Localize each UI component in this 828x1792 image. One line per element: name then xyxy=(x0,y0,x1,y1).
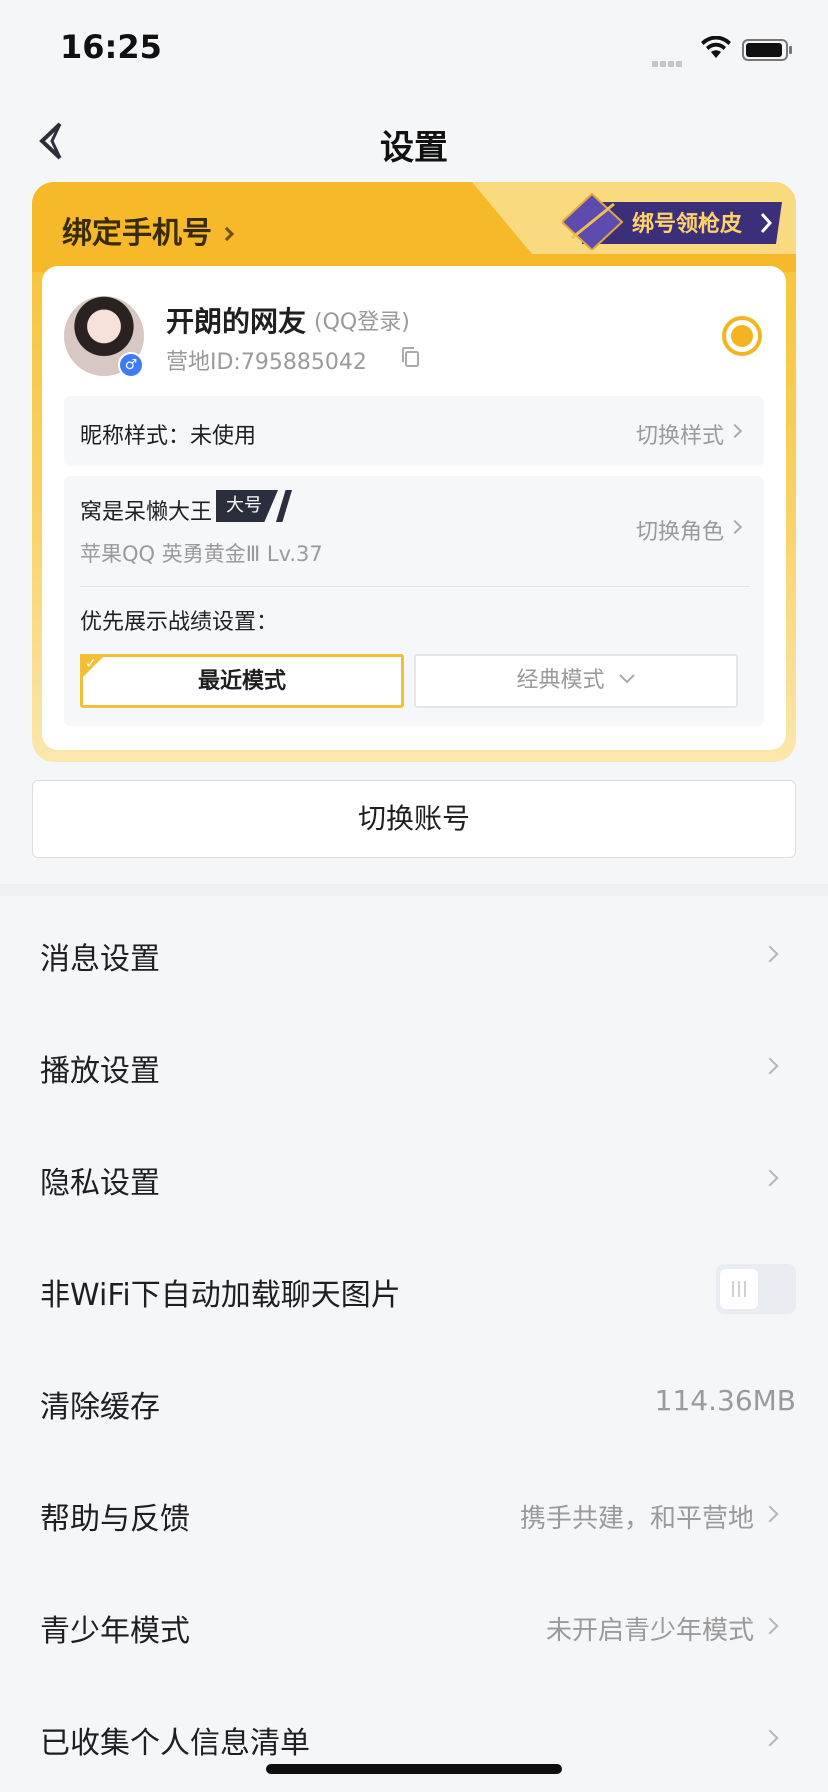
menu-label: 已收集个人信息清单 xyxy=(40,1726,310,1761)
menu-collected-info[interactable]: 已收集个人信息清单 xyxy=(0,1682,828,1792)
home-indicator xyxy=(266,1764,562,1774)
signal-icon xyxy=(652,52,690,67)
user-id: 营地ID:795885042 xyxy=(166,350,367,375)
menu-youth-mode[interactable]: 青少年模式 未开启青少年模式 xyxy=(0,1570,828,1682)
bind-phone-link[interactable]: 绑定手机号 xyxy=(62,208,235,252)
chevron-right-icon xyxy=(761,1729,779,1747)
battery-icon xyxy=(742,39,792,61)
role-name: 窝是呆懒大王 xyxy=(80,500,213,525)
account-card: 绑定手机号 绑号领枪皮 ♂ 开朗的网友 (QQ登录) 营地ID:79588504… xyxy=(32,182,796,762)
help-feedback-value: 携手共建，和平营地 xyxy=(519,1504,754,1534)
chevron-right-icon xyxy=(761,1057,779,1075)
nickname-style-label: 昵称样式：未使用 xyxy=(80,424,257,449)
mode-recent-label: 最近模式 xyxy=(197,669,286,694)
menu-auto-load-images: 非WiFi下自动加载聊天图片 xyxy=(0,1234,828,1346)
main-account-badge: 大号 xyxy=(216,490,278,522)
youth-mode-value: 未开启青少年模式 xyxy=(545,1616,754,1646)
cache-size: 114.36MB xyxy=(654,1384,796,1417)
chevron-right-icon xyxy=(219,226,235,242)
chevron-right-icon xyxy=(761,1169,779,1187)
menu-label: 播放设置 xyxy=(40,1054,160,1089)
switch-style-link[interactable]: 切换样式 xyxy=(636,418,724,450)
status-bar: 16:25 xyxy=(0,0,828,100)
bind-phone-label: 绑定手机号 xyxy=(62,216,212,251)
mode-classic-label: 经典模式 xyxy=(516,668,605,693)
divider xyxy=(80,586,750,587)
menu-label: 青少年模式 xyxy=(40,1614,190,1649)
menu-privacy-settings[interactable]: 隐私设置 xyxy=(0,1122,828,1234)
user-name: 开朗的网友 xyxy=(166,305,307,338)
chevron-right-icon xyxy=(727,423,743,439)
chevron-right-icon xyxy=(761,945,779,963)
section-divider xyxy=(0,884,828,896)
login-type: (QQ登录) xyxy=(314,310,410,335)
menu-playback-settings[interactable]: 播放设置 xyxy=(0,1010,828,1122)
wifi-icon xyxy=(701,36,731,58)
chevron-right-icon xyxy=(761,1617,779,1635)
record-pref-label: 优先展示战绩设置： xyxy=(80,610,279,635)
menu-label: 消息设置 xyxy=(40,942,160,977)
nav-bar: 设置 xyxy=(0,100,828,188)
menu-help-feedback[interactable]: 帮助与反馈 携手共建，和平营地 xyxy=(0,1458,828,1570)
avatar[interactable]: ♂ xyxy=(64,296,144,378)
badge-stripe xyxy=(276,490,292,522)
menu-label: 帮助与反馈 xyxy=(40,1502,190,1537)
mode-recent-button[interactable]: ✓ 最近模式 xyxy=(80,654,404,708)
gender-male-icon: ♂ xyxy=(118,352,144,378)
role-block: 窝是呆懒大王 大号 苹果QQ 英勇黄金Ⅲ Lv.37 切换角色 优先展示战绩设置… xyxy=(64,476,764,726)
role-meta: 苹果QQ 英勇黄金Ⅲ Lv.37 xyxy=(80,542,323,566)
menu-label: 清除缓存 xyxy=(40,1390,160,1425)
switch-account-button[interactable]: 切换账号 xyxy=(32,780,796,858)
switch-role-link[interactable]: 切换角色 xyxy=(636,514,724,546)
menu-message-settings[interactable]: 消息设置 xyxy=(0,898,828,1010)
status-time: 16:25 xyxy=(60,28,162,66)
account-selected-radio[interactable] xyxy=(722,316,762,356)
account-detail-card: ♂ 开朗的网友 (QQ登录) 营地ID:795885042 昵称样式：未使用 切… xyxy=(42,266,786,750)
chevron-right-icon xyxy=(727,519,743,535)
chevron-down-icon xyxy=(618,674,635,684)
menu-label: 非WiFi下自动加载聊天图片 xyxy=(40,1278,401,1313)
auto-load-toggle[interactable] xyxy=(716,1264,796,1314)
menu-clear-cache[interactable]: 清除缓存 114.36MB xyxy=(0,1346,828,1458)
mode-classic-dropdown[interactable]: 经典模式 xyxy=(414,654,738,708)
page-title: 设置 xyxy=(380,128,448,168)
menu-label: 隐私设置 xyxy=(40,1166,160,1201)
nickname-style-row[interactable]: 昵称样式：未使用 切换样式 xyxy=(64,396,764,466)
toggle-knob xyxy=(720,1269,758,1309)
promo-label: 绑号领枪皮 xyxy=(632,212,743,237)
chevron-right-icon xyxy=(761,1505,779,1523)
check-icon: ✓ xyxy=(85,656,97,672)
copy-icon[interactable] xyxy=(400,346,420,368)
